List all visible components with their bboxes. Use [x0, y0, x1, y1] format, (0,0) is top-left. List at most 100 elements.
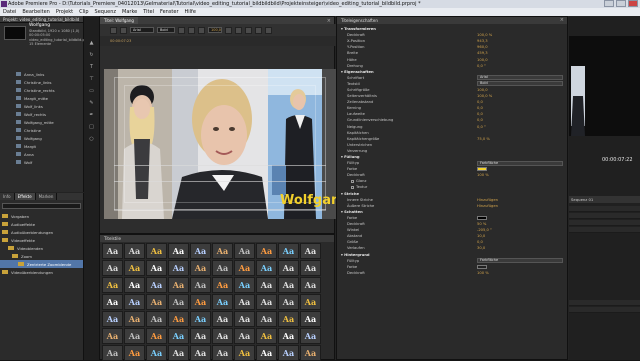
timeline-track[interactable]: [569, 213, 640, 219]
style-swatch[interactable]: Aa: [190, 345, 211, 361]
font-family-select[interactable]: Arial: [130, 27, 154, 33]
color-swatch[interactable]: [477, 264, 487, 269]
ellipse-tool-icon[interactable]: ○: [87, 136, 96, 145]
list-item[interactable]: Wolfgang_mitte: [2, 118, 82, 126]
style-swatch[interactable]: Aa: [124, 294, 145, 310]
style-swatch[interactable]: Aa: [300, 311, 321, 327]
menu-item[interactable]: Bearbeiten: [22, 8, 49, 16]
property-value[interactable]: 100,0 %: [477, 94, 492, 98]
property-value[interactable]: Hinzufügen: [477, 198, 498, 202]
properties-tab[interactable]: Titeleigenschaften: [341, 17, 378, 24]
effects-tree-item[interactable]: Vorgaben: [0, 212, 83, 220]
style-swatch[interactable]: Aa: [168, 294, 189, 310]
list-item[interactable]: Christine: [2, 126, 82, 134]
menu-item[interactable]: Marke: [122, 8, 137, 16]
style-swatch[interactable]: Aa: [256, 260, 277, 276]
property-value[interactable]: 0,0: [477, 106, 483, 110]
font-size-field[interactable]: 100,0: [208, 27, 222, 33]
property-value[interactable]: 0,0: [477, 240, 483, 244]
effects-tree-item[interactable]: Audioeffekte: [0, 220, 83, 228]
style-swatch[interactable]: Aa: [190, 294, 211, 310]
style-swatch[interactable]: Aa: [168, 243, 189, 259]
property-value[interactable]: -205,0 °: [477, 228, 492, 232]
style-swatch[interactable]: Aa: [300, 243, 321, 259]
style-swatch[interactable]: Aa: [212, 277, 233, 293]
property-value[interactable]: 100,0: [477, 88, 488, 92]
timeline-track[interactable]: [569, 220, 640, 226]
style-swatch[interactable]: Aa: [234, 311, 255, 327]
style-swatch[interactable]: Aa: [300, 328, 321, 344]
timeline-track[interactable]: [569, 206, 640, 212]
style-swatch[interactable]: Aa: [278, 311, 299, 327]
style-swatch[interactable]: Aa: [146, 260, 167, 276]
property-value[interactable]: 100,0 %: [477, 33, 492, 37]
style-swatch[interactable]: Aa: [278, 345, 299, 361]
style-swatch[interactable]: Aa: [212, 311, 233, 327]
close-window-button[interactable]: [628, 0, 638, 7]
minimize-button[interactable]: [604, 0, 614, 7]
style-swatch[interactable]: Aa: [256, 277, 277, 293]
list-item[interactable]: Christine_rechts: [2, 86, 82, 94]
menu-item[interactable]: Clip: [79, 8, 88, 16]
title-canvas[interactable]: Wolfgang: [104, 69, 336, 219]
style-swatch[interactable]: Aa: [278, 260, 299, 276]
property-value[interactable]: 0,0: [477, 118, 483, 122]
tab-markers[interactable]: Marken: [36, 193, 58, 200]
property-value[interactable]: Hinzufügen: [477, 204, 498, 208]
style-swatch[interactable]: Aa: [124, 260, 145, 276]
color-swatch[interactable]: [477, 215, 487, 220]
list-item[interactable]: Wolf_rechts: [2, 110, 82, 118]
color-swatch[interactable]: [477, 167, 487, 172]
effects-tree-item[interactable]: Zentrierte Zoomblende: [0, 260, 83, 268]
checkbox[interactable]: [351, 185, 354, 189]
list-item[interactable]: Margit: [2, 142, 82, 150]
list-item[interactable]: Anna: [2, 150, 82, 158]
style-swatch[interactable]: Aa: [190, 243, 211, 259]
titler-tab[interactable]: Titel: Wolfgang: [100, 17, 138, 24]
project-tab[interactable]: Projekt: video_editing_tutorial_bildbild: [0, 16, 83, 23]
style-swatch[interactable]: Aa: [102, 243, 123, 259]
property-dropdown[interactable]: Bold: [477, 81, 563, 87]
property-value[interactable]: 0,0 °: [477, 125, 486, 129]
property-value[interactable]: 0,0 °: [477, 64, 486, 68]
effects-tree-item[interactable]: Videoeffekte: [0, 236, 83, 244]
style-swatch[interactable]: Aa: [146, 345, 167, 361]
property-dropdown[interactable]: Farbfläche: [477, 160, 563, 166]
list-item[interactable]: Margit_mitte: [2, 94, 82, 102]
style-swatch[interactable]: Aa: [234, 328, 255, 344]
underline-icon[interactable]: [198, 26, 205, 34]
style-swatch[interactable]: Aa: [234, 260, 255, 276]
property-value[interactable]: 943,3: [477, 39, 488, 43]
style-swatch[interactable]: Aa: [124, 311, 145, 327]
area-type-tool-icon[interactable]: ▭: [87, 88, 96, 97]
style-swatch[interactable]: Aa: [256, 345, 277, 361]
property-dropdown[interactable]: Arial: [477, 75, 563, 81]
list-item[interactable]: Wolf: [2, 158, 82, 166]
style-swatch[interactable]: Aa: [234, 345, 255, 361]
property-value[interactable]: 10,0: [477, 234, 485, 238]
style-swatch[interactable]: Aa: [212, 243, 233, 259]
list-item[interactable]: Wolfgang: [2, 134, 82, 142]
rotate-tool-icon[interactable]: ↻: [87, 52, 96, 61]
effects-search-input[interactable]: [2, 203, 81, 209]
italic-icon[interactable]: [188, 26, 195, 34]
maximize-button[interactable]: [616, 0, 626, 7]
property-value[interactable]: 100 %: [477, 173, 489, 177]
path-type-tool-icon[interactable]: ✎: [87, 100, 96, 109]
style-swatch[interactable]: Aa: [102, 294, 123, 310]
align-left-icon[interactable]: [225, 26, 232, 34]
property-value[interactable]: 50 %: [477, 222, 486, 226]
menu-item[interactable]: Sequenz: [95, 8, 116, 16]
style-swatch[interactable]: Aa: [300, 294, 321, 310]
timeline-track[interactable]: [569, 307, 640, 313]
style-swatch[interactable]: Aa: [256, 311, 277, 327]
style-swatch[interactable]: Aa: [168, 260, 189, 276]
title-text-overlay[interactable]: Wolfgang: [280, 193, 336, 208]
style-swatch[interactable]: Aa: [102, 311, 123, 327]
style-swatch[interactable]: Aa: [212, 328, 233, 344]
style-swatch[interactable]: Aa: [278, 328, 299, 344]
style-swatch[interactable]: Aa: [168, 328, 189, 344]
menu-item[interactable]: Hilfe: [185, 8, 196, 16]
selection-tool-icon[interactable]: ▲: [87, 40, 96, 49]
style-swatch[interactable]: Aa: [212, 294, 233, 310]
